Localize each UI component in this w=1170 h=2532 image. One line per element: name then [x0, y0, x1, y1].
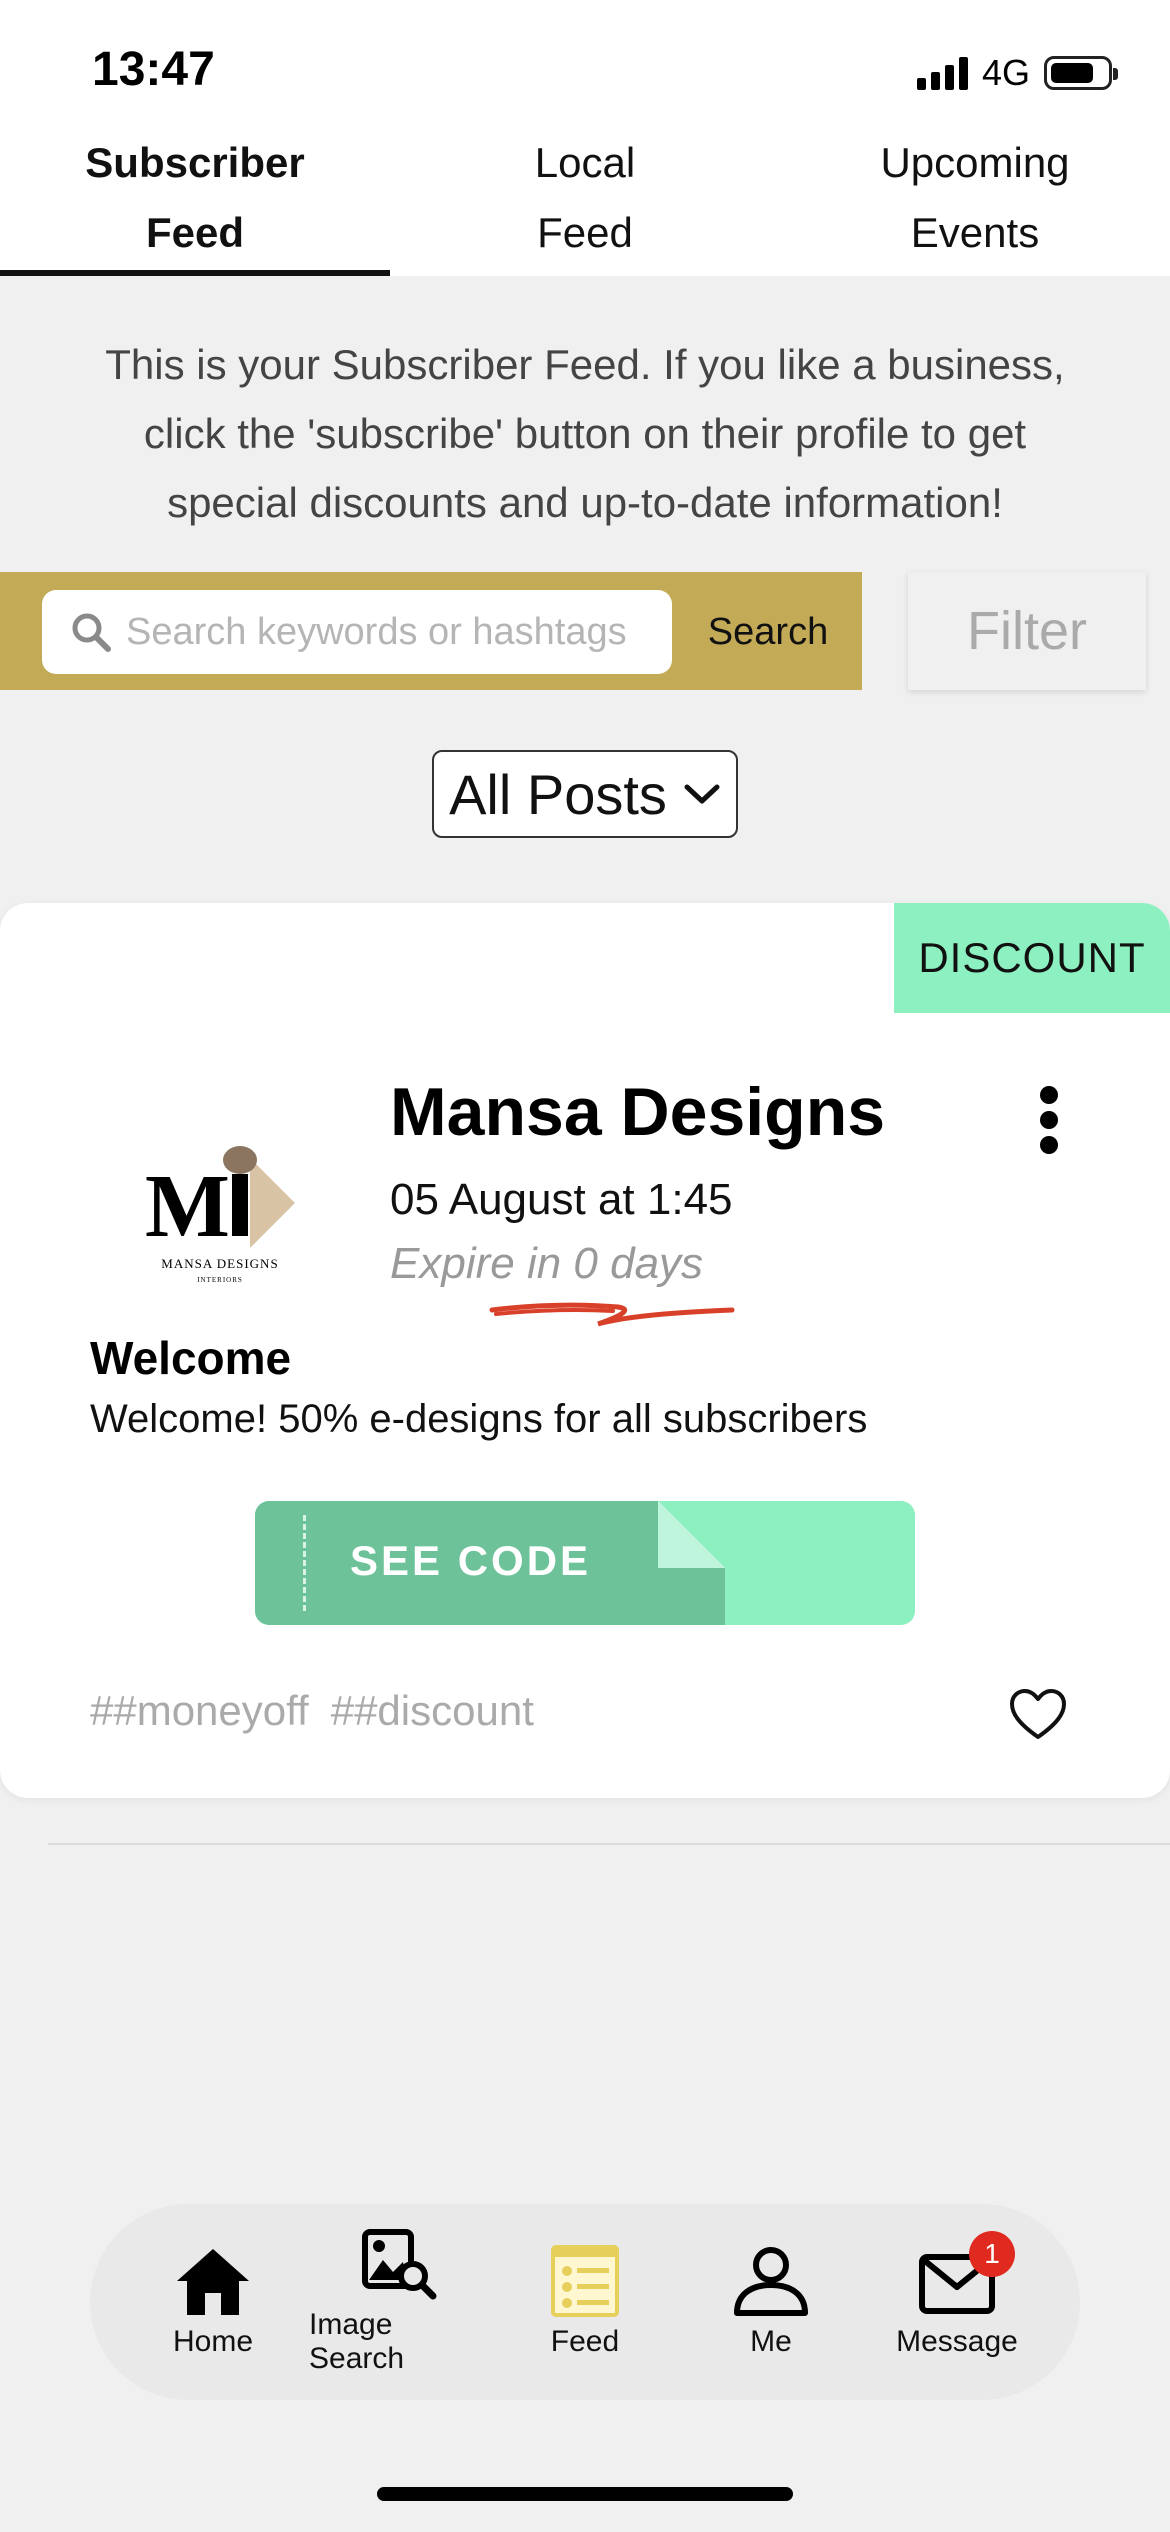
svg-text:INTERIORS: INTERIORS — [197, 1276, 243, 1284]
see-code-button[interactable]: SEE CODE — [255, 1501, 915, 1625]
business-logo[interactable]: M MANSA DESIGNS INTERIORS — [100, 1118, 340, 1293]
post-title: Welcome — [90, 1332, 292, 1384]
nav-me-label: Me — [750, 2325, 792, 2358]
tab-local-feed[interactable]: Local Feed — [390, 120, 780, 276]
person-icon — [734, 2247, 808, 2316]
tab-subscriber-feed[interactable]: Subscriber Feed — [0, 120, 390, 276]
post-date: 05 August at 1:45 — [390, 1175, 733, 1224]
network-type: 4G — [981, 52, 1030, 93]
hashtag[interactable]: ##moneyoff — [90, 1687, 309, 1735]
more-options-icon[interactable] — [1040, 1086, 1058, 1154]
nav-me[interactable]: Me — [681, 2245, 861, 2359]
nav-home-label: Home — [172, 2325, 254, 2358]
feed-intro-text: This is your Subscriber Feed. If you lik… — [105, 341, 1065, 526]
filter-button[interactable]: Filter — [908, 572, 1146, 690]
search-box — [42, 590, 672, 674]
battery-icon — [1044, 56, 1118, 90]
code-fold-corner — [658, 1501, 725, 1568]
nav-image-search[interactable]: Image Search — [309, 2228, 489, 2376]
home-icon — [177, 2249, 249, 2315]
search-icon — [56, 610, 126, 654]
search-input[interactable] — [126, 610, 646, 654]
heart-icon[interactable] — [1008, 1687, 1068, 1743]
home-indicator — [377, 2487, 793, 2501]
signal-icon — [916, 56, 968, 90]
nav-message[interactable]: 1 Message — [867, 2231, 1047, 2359]
post-body: Welcome! 50% e-designs for all subscribe… — [90, 1397, 868, 1441]
divider — [48, 1843, 1170, 1845]
search-button[interactable]: Search — [690, 590, 846, 674]
business-name[interactable]: Mansa Designs — [390, 1073, 885, 1151]
message-badge: 1 — [969, 2231, 1015, 2277]
status-indicators: 4G — [916, 52, 1118, 94]
svg-text:MANSA DESIGNS: MANSA DESIGNS — [161, 1256, 278, 1271]
post-expiry: Expire in 0 days — [390, 1239, 704, 1288]
post-card[interactable]: DISCOUNT M MANSA DESIGNS INTERIORS Mansa… — [0, 903, 1170, 1798]
red-annotation-scribble — [489, 1302, 735, 1327]
feed-icon — [551, 2245, 619, 2317]
nav-message-label: Message — [896, 2325, 1018, 2358]
bottom-nav: Home Image Search Feed Me 1 Message — [90, 2204, 1080, 2400]
nav-feed-label: Feed — [550, 2325, 620, 2358]
hashtag[interactable]: ##discount — [331, 1687, 534, 1735]
svg-text:M: M — [145, 1157, 230, 1256]
nav-feed[interactable]: Feed — [495, 2245, 675, 2359]
posts-filter-dropdown[interactable]: All Posts — [432, 750, 738, 838]
feed-tabs: Subscriber Feed Local Feed Upcoming Even… — [0, 120, 1170, 276]
post-tags: ##moneyoff ##discount — [90, 1687, 534, 1735]
status-time: 13:47 — [92, 43, 215, 96]
status-bar: 13:47 4G — [0, 0, 1170, 130]
nav-image-search-label: Image Search — [309, 2308, 405, 2375]
discount-badge: DISCOUNT — [894, 903, 1170, 1013]
posts-filter-value: All Posts — [449, 762, 667, 826]
nav-home[interactable]: Home — [123, 2245, 303, 2359]
search-bar: Search — [0, 572, 862, 690]
tab-upcoming-events[interactable]: Upcoming Events — [780, 120, 1170, 276]
image-search-icon — [362, 2229, 437, 2300]
see-code-label: SEE CODE — [350, 1537, 592, 1584]
chevron-down-icon — [684, 784, 720, 804]
